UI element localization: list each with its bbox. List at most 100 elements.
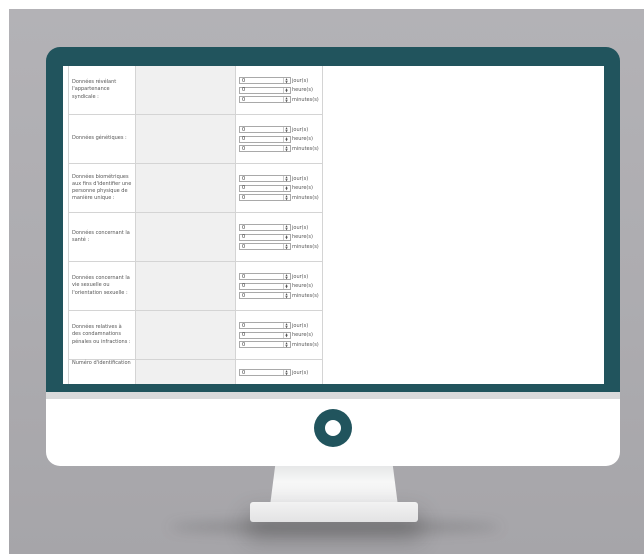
duration-row: 0 ▲ ▼ heure(s) (239, 85, 322, 95)
number-input[interactable]: 0 ▲ ▼ (239, 145, 291, 152)
duration-inputs-cell: 0 ▲ ▼ jour(s) 0 ▲ ▼ heure(s) 0 ▲ ▼ minutes(s) (235, 310, 323, 360)
table-row: Données relatives à des condamnations pé… (68, 310, 323, 360)
table-row: Données biométriques aux fins d'identifi… (68, 163, 323, 213)
duration-row: 0 ▲ ▼ minutes(s) (239, 95, 322, 105)
unit-label: jour(s) (292, 273, 309, 280)
duration-inputs-cell: 0 ▲ ▼ jour(s) (235, 359, 323, 384)
spinner-icon[interactable]: ▲ ▼ (283, 332, 289, 338)
number-value: 0 (242, 126, 246, 133)
spinner-icon[interactable]: ▲ ▼ (283, 234, 289, 240)
spinner-icon[interactable]: ▲ ▼ (283, 146, 289, 151)
number-input[interactable]: 0 ▲ ▼ (239, 175, 291, 182)
unit-label: jour(s) (292, 175, 309, 182)
field-label: Données concernant la vie sexuelle ou l'… (72, 275, 130, 296)
number-input[interactable]: 0 ▲ ▼ (239, 292, 291, 299)
table-row: Données concernant la vie sexuelle ou l'… (68, 261, 323, 311)
unit-label: minutes(s) (292, 96, 319, 103)
number-input[interactable]: 0 ▲ ▼ (239, 322, 291, 329)
retention-form-table: Données révélant l'appartenance syndical… (68, 66, 323, 384)
spinner-icon[interactable]: ▲ ▼ (283, 370, 289, 376)
number-input[interactable]: 0 ▲ ▼ (239, 273, 291, 280)
number-input[interactable]: 0 ▲ ▼ (239, 369, 291, 377)
number-input[interactable]: 0 ▲ ▼ (239, 224, 291, 231)
stand-shadow (170, 520, 500, 534)
duration-row: 0 ▲ ▼ heure(s) (239, 281, 322, 291)
spinner-icon[interactable]: ▲ ▼ (283, 136, 289, 142)
duration-row: 0 ▲ ▼ heure(s) (239, 330, 322, 340)
number-input[interactable]: 0 ▲ ▼ (239, 243, 291, 250)
number-input[interactable]: 0 ▲ ▼ (239, 86, 291, 94)
unit-label: jour(s) (292, 77, 309, 84)
duration-row: 0 ▲ ▼ heure(s) (239, 183, 322, 193)
number-value: 0 (242, 185, 246, 191)
unit-label: minutes(s) (292, 341, 319, 348)
number-input[interactable]: 0 ▲ ▼ (239, 341, 291, 348)
number-input[interactable]: 0 ▲ ▼ (239, 282, 291, 290)
field-label-cell: Données révélant l'appartenance syndical… (68, 66, 136, 115)
spinner-icon[interactable]: ▲ ▼ (283, 87, 289, 93)
spinner-icon[interactable]: ▲ ▼ (283, 127, 289, 132)
spinner-icon[interactable]: ▲ ▼ (283, 78, 289, 83)
unit-label: minutes(s) (292, 145, 319, 152)
field-label: Données génétiques : (72, 135, 127, 142)
spinner-icon[interactable]: ▲ ▼ (283, 185, 289, 191)
number-input[interactable]: 0 ▲ ▼ (239, 194, 291, 201)
unit-label: minutes(s) (292, 292, 319, 299)
number-value: 0 (242, 87, 246, 93)
table-row: Numéro d'identification 0 ▲ ▼ jour(s) (68, 359, 323, 384)
number-input[interactable]: 0 ▲ ▼ (239, 77, 291, 84)
duration-inputs-cell: 0 ▲ ▼ jour(s) 0 ▲ ▼ heure(s) 0 ▲ ▼ minutes(s) (235, 114, 323, 164)
field-label-cell: Données concernant la vie sexuelle ou l'… (68, 261, 136, 311)
spinner-icon[interactable]: ▲ ▼ (283, 195, 289, 200)
number-input[interactable]: 0 ▲ ▼ (239, 184, 291, 192)
number-value: 0 (242, 332, 246, 338)
unit-label: minutes(s) (292, 194, 319, 201)
duration-row: 0 ▲ ▼ minutes(s) (239, 144, 322, 154)
duration-row: 0 ▲ ▼ minutes(s) (239, 340, 322, 350)
duration-row: 0 ▲ ▼ minutes(s) (239, 242, 322, 252)
unit-label: heure(s) (292, 185, 313, 191)
empty-cell (135, 212, 236, 262)
unit-label: jour(s) (292, 369, 309, 376)
number-value: 0 (242, 243, 246, 250)
unit-label: minutes(s) (292, 243, 319, 250)
number-value: 0 (242, 283, 246, 289)
duration-inputs-cell: 0 ▲ ▼ jour(s) 0 ▲ ▼ heure(s) 0 ▲ ▼ minutes(s) (235, 212, 323, 262)
number-value: 0 (242, 292, 246, 299)
number-value: 0 (242, 341, 246, 348)
empty-cell (135, 359, 236, 384)
duration-row: 0 ▲ ▼ jour(s) (239, 272, 322, 282)
number-input[interactable]: 0 ▲ ▼ (239, 331, 291, 339)
spinner-icon[interactable]: ▲ ▼ (283, 244, 289, 249)
spinner-icon[interactable]: ▲ ▼ (283, 97, 289, 102)
spinner-icon[interactable]: ▲ ▼ (283, 323, 289, 328)
unit-label: jour(s) (292, 322, 309, 329)
number-input[interactable]: 0 ▲ ▼ (239, 233, 291, 241)
unit-label: heure(s) (292, 136, 313, 142)
field-label: Données relatives à des condamnations pé… (72, 324, 131, 345)
number-input[interactable]: 0 ▲ ▼ (239, 126, 291, 133)
duration-inputs-cell: 0 ▲ ▼ jour(s) 0 ▲ ▼ heure(s) 0 ▲ ▼ minutes(s) (235, 261, 323, 311)
unit-label: heure(s) (292, 234, 313, 240)
spinner-icon[interactable]: ▲ ▼ (283, 342, 289, 347)
spinner-icon[interactable]: ▲ ▼ (283, 176, 289, 181)
number-value: 0 (242, 96, 246, 103)
spinner-icon[interactable]: ▲ ▼ (283, 283, 289, 289)
table-row: Données génétiques :0 ▲ ▼ jour(s) 0 ▲ ▼ heure(s… (68, 114, 323, 164)
spinner-icon[interactable]: ▲ ▼ (283, 225, 289, 230)
number-input[interactable]: 0 ▲ ▼ (239, 96, 291, 103)
field-label: Données biométriques aux fins d'identifi… (72, 173, 132, 202)
spinner-icon[interactable]: ▲ ▼ (283, 274, 289, 279)
number-input[interactable]: 0 ▲ ▼ (239, 135, 291, 143)
spinner-icon[interactable]: ▲ ▼ (283, 293, 289, 298)
field-label: Données révélant l'appartenance syndical… (72, 79, 117, 100)
field-label: Données concernant la santé : (72, 229, 130, 243)
duration-inputs-cell: 0 ▲ ▼ jour(s) 0 ▲ ▼ heure(s) 0 ▲ ▼ minutes(s) (235, 163, 323, 213)
duration-row: 0 ▲ ▼ heure(s) (239, 134, 322, 144)
empty-cell (135, 310, 236, 360)
empty-cell (135, 163, 236, 213)
number-value: 0 (242, 194, 246, 201)
number-value: 0 (242, 224, 246, 231)
monitor-stand (270, 466, 398, 506)
empty-cell (135, 66, 236, 115)
